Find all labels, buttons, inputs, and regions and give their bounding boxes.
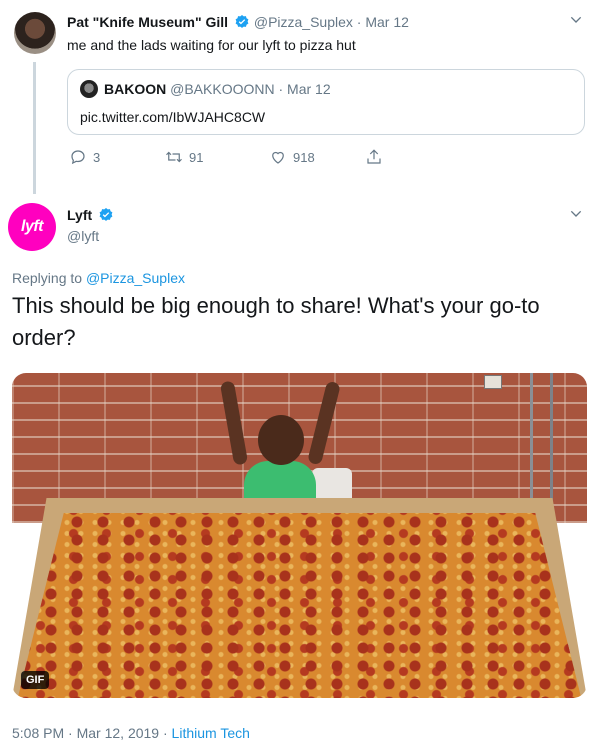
tweet-actions: 3 91 918 xyxy=(67,148,397,170)
tweet-date[interactable]: Mar 12, 2019 xyxy=(77,725,160,741)
like-count: 918 xyxy=(293,149,315,165)
quoted-avatar xyxy=(80,80,98,98)
retweet-button[interactable]: 91 xyxy=(165,148,203,166)
chevron-down-icon[interactable] xyxy=(568,206,584,222)
quoted-date: Mar 12 xyxy=(287,81,331,97)
author-name[interactable]: Pat "Knife Museum" Gill xyxy=(67,14,228,30)
gif-badge: GIF xyxy=(21,671,50,689)
tweet-timestamp: 5:08 PM · Mar 12, 2019 · Lithium Tech xyxy=(12,725,250,741)
quoted-tweet-card[interactable]: BAKOON @BAKKOOONN · Mar 12 pic.twitter.c… xyxy=(67,69,585,135)
verified-badge-icon xyxy=(99,208,113,221)
replying-prefix: Replying to xyxy=(12,270,86,286)
tweet-header: Pat "Knife Museum" Gill @Pizza_Suplex · … xyxy=(67,14,409,30)
separator: · xyxy=(162,725,168,741)
quoted-header: BAKOON @BAKKOOONN · Mar 12 xyxy=(104,81,331,97)
separator: · xyxy=(278,81,284,97)
replying-to: Replying to @Pizza_Suplex xyxy=(12,270,185,286)
reply-icon xyxy=(71,150,85,165)
share-button[interactable] xyxy=(365,148,383,166)
tweet-source[interactable]: Lithium Tech xyxy=(172,725,250,741)
author-handle[interactable]: @lyft xyxy=(67,228,99,244)
author-handle[interactable]: @Pizza_Suplex xyxy=(254,14,353,30)
author-name[interactable]: Lyft xyxy=(67,207,92,223)
quoted-text-link[interactable]: pic.twitter.com/IbWJAHC8CW xyxy=(80,109,265,125)
wall-outlet xyxy=(484,375,502,389)
tweet-date[interactable]: Mar 12 xyxy=(365,14,409,30)
verified-badge-icon xyxy=(235,15,249,28)
reply-count: 3 xyxy=(93,149,101,165)
tweet-time[interactable]: 5:08 PM xyxy=(12,725,64,741)
author-name-row: Lyft xyxy=(67,207,114,223)
separator: · xyxy=(356,14,362,30)
kid-head xyxy=(258,415,304,465)
reply-button[interactable]: 3 xyxy=(69,148,100,166)
like-icon xyxy=(272,151,284,164)
tweet-text: me and the lads waiting for our lyft to … xyxy=(67,37,356,53)
thread-connector-line xyxy=(33,62,36,194)
chevron-down-icon[interactable] xyxy=(568,12,584,28)
lyft-avatar[interactable]: lyft xyxy=(8,203,56,251)
share-icon xyxy=(367,149,381,164)
quoted-author-name: BAKOON xyxy=(104,81,167,97)
gif-media[interactable]: GIF xyxy=(12,373,587,698)
quoted-author-handle: @BAKKOOONN xyxy=(170,81,275,97)
like-button[interactable]: 918 xyxy=(269,148,315,166)
retweet-icon xyxy=(166,151,182,163)
giant-pizza xyxy=(17,513,582,698)
avatar[interactable] xyxy=(14,12,56,54)
tweet-text: This should be big enough to share! What… xyxy=(12,293,540,350)
separator: · xyxy=(68,725,73,741)
replying-to-handle[interactable]: @Pizza_Suplex xyxy=(86,270,185,286)
retweet-count: 91 xyxy=(189,149,204,165)
